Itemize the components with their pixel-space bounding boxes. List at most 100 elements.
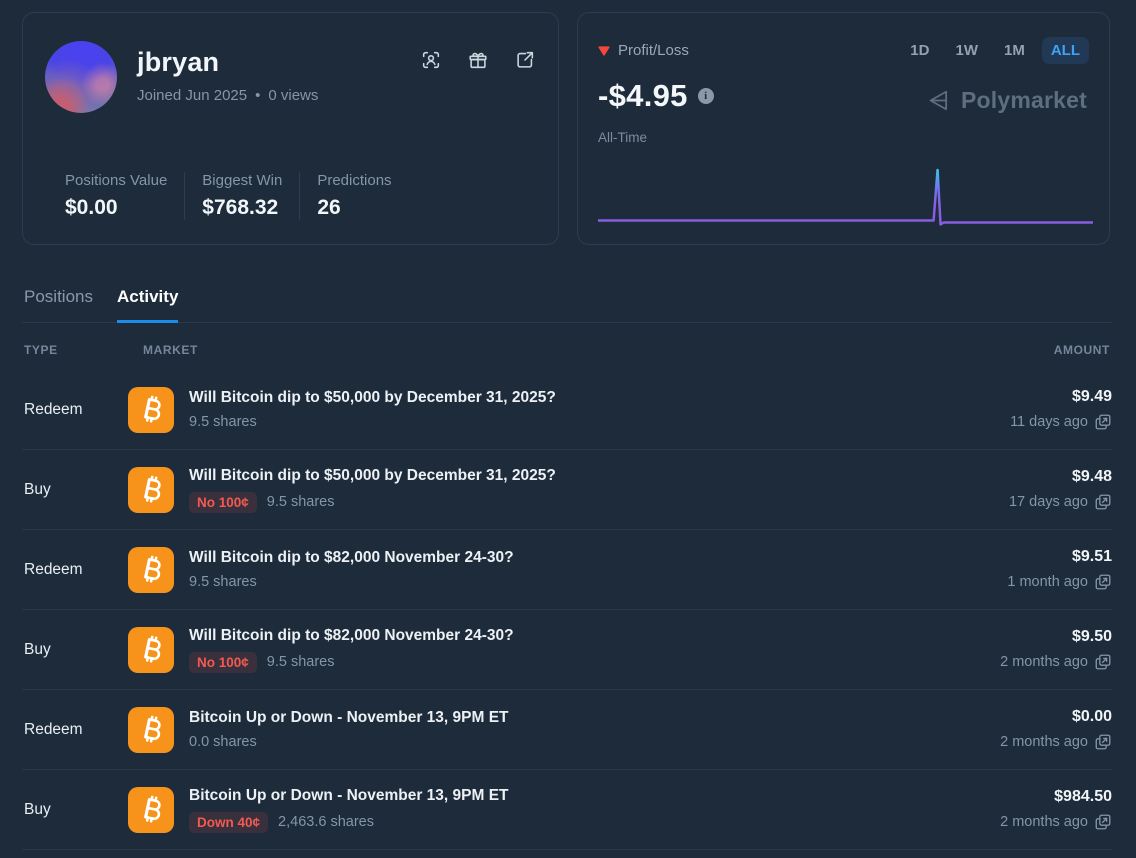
stat-label: Positions Value — [65, 172, 167, 189]
market-sub: 9.5 shares — [189, 414, 556, 430]
stat-label: Biggest Win — [202, 172, 282, 189]
polymarket-wordmark: Polymarket — [961, 87, 1087, 114]
stat-value: $0.00 — [65, 196, 167, 220]
table-row: Redeem Bitcoin Up or Down - November 13,… — [22, 690, 1112, 770]
market-title[interactable]: Bitcoin Up or Down - November 13, 9PM ET — [189, 709, 509, 727]
range-1w-button[interactable]: 1W — [946, 37, 987, 64]
amount-value: $9.49 — [1010, 388, 1112, 406]
table-row: Buy Will Bitcoin dip to $82,000 November… — [22, 610, 1112, 690]
amount-cell: $9.50 2 months ago — [1000, 628, 1112, 671]
outcome-badge: Down 40¢ — [189, 812, 268, 833]
profile-stats: Positions Value $0.00 Biggest Win $768.3… — [65, 172, 538, 220]
info-icon[interactable]: i — [698, 88, 714, 104]
range-1d-button[interactable]: 1D — [901, 37, 938, 64]
tab-positions[interactable]: Positions — [24, 287, 93, 323]
pnl-value: -$4.95 — [598, 78, 688, 114]
table-row: Buy Will Bitcoin dip to $50,000 by Decem… — [22, 450, 1112, 530]
loss-triangle-icon — [598, 46, 610, 56]
stat-biggest-win: Biggest Win $768.32 — [184, 172, 299, 220]
shares-label: 9.5 shares — [189, 414, 257, 430]
market-cell: Will Bitcoin dip to $82,000 November 24-… — [128, 627, 1000, 673]
activity-type: Buy — [24, 641, 128, 659]
pnl-title-group: Profit/Loss — [598, 42, 689, 59]
activity-table-header: TYPE MARKET AMOUNT — [22, 323, 1112, 370]
profile-meta: Joined Jun 2025 • 0 views — [137, 87, 318, 104]
share-icon[interactable] — [514, 49, 536, 71]
meta-dot: • — [255, 87, 260, 104]
market-sub: 0.0 shares — [189, 734, 509, 750]
profile-page: jbryan Joined Jun 2025 • 0 views — [0, 0, 1136, 858]
profile-tabs: Positions Activity — [22, 287, 1112, 323]
market-sub: Down 40¢ 2,463.6 shares — [189, 812, 509, 833]
amount-cell: $9.51 1 month ago — [1007, 548, 1112, 591]
market-info: Bitcoin Up or Down - November 13, 9PM ET… — [189, 709, 509, 750]
market-sub: No 100¢ 9.5 shares — [189, 492, 556, 513]
time-ago: 11 days ago — [1010, 414, 1088, 430]
amount-time-row: 2 months ago — [1000, 653, 1112, 671]
market-info: Will Bitcoin dip to $82,000 November 24-… — [189, 627, 514, 673]
market-info: Will Bitcoin dip to $82,000 November 24-… — [189, 549, 514, 590]
shares-label: 2,463.6 shares — [278, 814, 374, 830]
views-count: 0 views — [268, 87, 318, 104]
stat-value: 26 — [317, 196, 391, 220]
transaction-link-icon[interactable] — [1094, 653, 1112, 671]
range-all-button[interactable]: ALL — [1042, 37, 1089, 64]
market-info: Will Bitcoin dip to $50,000 by December … — [189, 467, 556, 513]
shares-label: 0.0 shares — [189, 734, 257, 750]
pnl-header: Profit/Loss 1D 1W 1M ALL — [598, 37, 1089, 64]
market-cell: Will Bitcoin dip to $82,000 November 24-… — [128, 547, 1007, 593]
market-cell: Will Bitcoin dip to $50,000 by December … — [128, 387, 1010, 433]
table-row: Redeem Will Bitcoin dip to $50,000 by De… — [22, 370, 1112, 450]
bitcoin-icon — [128, 787, 174, 833]
profile-info: jbryan Joined Jun 2025 • 0 views — [137, 41, 318, 104]
market-title[interactable]: Will Bitcoin dip to $82,000 November 24-… — [189, 549, 514, 567]
transaction-link-icon[interactable] — [1094, 413, 1112, 431]
transaction-link-icon[interactable] — [1094, 573, 1112, 591]
market-cell: Bitcoin Up or Down - November 13, 9PM ET… — [128, 707, 1000, 753]
amount-cell: $9.49 11 days ago — [1010, 388, 1112, 431]
market-title[interactable]: Bitcoin Up or Down - November 13, 9PM ET — [189, 787, 509, 805]
amount-cell: $984.50 2 months ago — [1000, 788, 1112, 831]
market-title[interactable]: Will Bitcoin dip to $82,000 November 24-… — [189, 627, 514, 645]
range-1m-button[interactable]: 1M — [995, 37, 1034, 64]
amount-cell: $0.00 2 months ago — [1000, 708, 1112, 751]
time-range-selector: 1D 1W 1M ALL — [901, 37, 1089, 64]
amount-value: $0.00 — [1000, 708, 1112, 726]
time-ago: 2 months ago — [1000, 654, 1088, 670]
market-info: Bitcoin Up or Down - November 13, 9PM ET… — [189, 787, 509, 833]
market-cell: Will Bitcoin dip to $50,000 by December … — [128, 467, 1009, 513]
pnl-card: Profit/Loss 1D 1W 1M ALL -$4.95 i All-Ti… — [577, 12, 1110, 245]
time-ago: 2 months ago — [1000, 734, 1088, 750]
market-title[interactable]: Will Bitcoin dip to $50,000 by December … — [189, 389, 556, 407]
market-cell: Bitcoin Up or Down - November 13, 9PM ET… — [128, 787, 1000, 833]
activity-type: Redeem — [24, 721, 128, 739]
transaction-link-icon[interactable] — [1094, 733, 1112, 751]
stat-label: Predictions — [317, 172, 391, 189]
activity-type: Redeem — [24, 561, 128, 579]
joined-date: Joined Jun 2025 — [137, 87, 247, 104]
amount-time-row: 2 months ago — [1000, 733, 1112, 751]
user-scan-icon[interactable] — [420, 49, 442, 71]
column-market: MARKET — [143, 343, 1054, 357]
transaction-link-icon[interactable] — [1094, 813, 1112, 831]
column-amount: AMOUNT — [1054, 343, 1110, 357]
bitcoin-icon — [128, 627, 174, 673]
tab-activity[interactable]: Activity — [117, 287, 178, 323]
market-title[interactable]: Will Bitcoin dip to $50,000 by December … — [189, 467, 556, 485]
pnl-sparkline-line — [598, 170, 1093, 225]
amount-cell: $9.48 17 days ago — [1009, 468, 1112, 511]
pnl-period-label: All-Time — [598, 130, 1089, 145]
transaction-link-icon[interactable] — [1094, 493, 1112, 511]
stat-positions-value: Positions Value $0.00 — [65, 172, 184, 220]
market-sub: 9.5 shares — [189, 574, 514, 590]
table-row: Buy Bitcoin Up or Down - November 13, 9P… — [22, 770, 1112, 850]
gift-icon[interactable] — [467, 49, 489, 71]
amount-time-row: 1 month ago — [1007, 573, 1112, 591]
stat-predictions: Predictions 26 — [299, 172, 408, 220]
pnl-title: Profit/Loss — [618, 42, 689, 59]
shares-label: 9.5 shares — [189, 574, 257, 590]
bitcoin-icon — [128, 467, 174, 513]
amount-value: $984.50 — [1000, 788, 1112, 806]
activity-type: Buy — [24, 481, 128, 499]
amount-value: $9.50 — [1000, 628, 1112, 646]
